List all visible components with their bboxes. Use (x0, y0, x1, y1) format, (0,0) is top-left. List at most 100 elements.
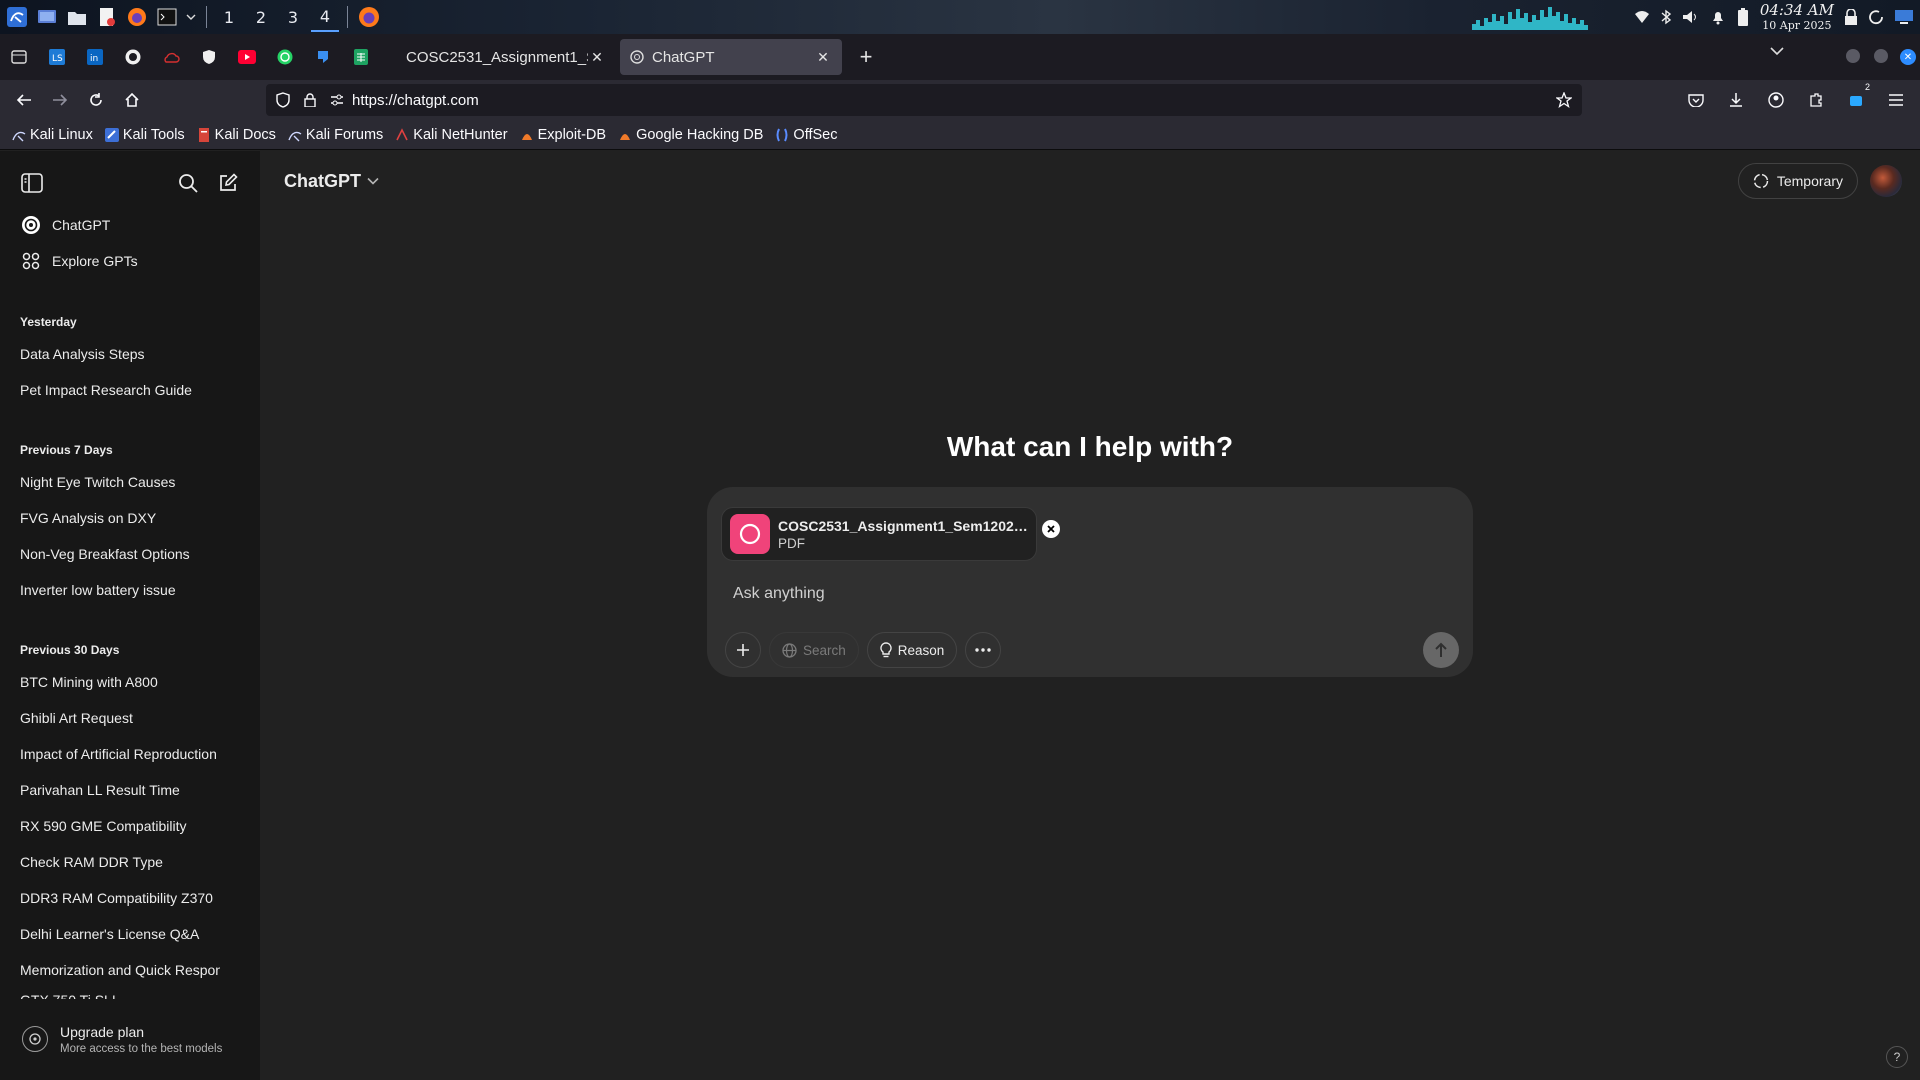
maximize-button[interactable] (1874, 49, 1888, 63)
chat-item[interactable]: RX 590 GME Compatibility (8, 808, 252, 844)
home-icon[interactable] (114, 84, 150, 116)
upgrade-plan-button[interactable]: Upgrade plan More access to the best mod… (8, 1011, 252, 1067)
search-web-button[interactable]: Search (769, 632, 859, 668)
search-chats-button[interactable] (170, 165, 206, 201)
chat-item[interactable]: Data Analysis Steps (8, 336, 252, 372)
help-button[interactable]: ? (1886, 1046, 1908, 1068)
url-bar[interactable]: https://chatgpt.com (266, 84, 1582, 116)
bookmark-exploit-db[interactable]: Exploit-DB (520, 127, 606, 143)
pinned-tab-translate-icon[interactable] (304, 37, 342, 77)
terminal-icon[interactable] (154, 4, 180, 30)
chat-item[interactable]: Night Eye Twitch Causes (8, 464, 252, 500)
send-button[interactable] (1423, 632, 1459, 668)
chat-item[interactable]: Check RAM DDR Type (8, 844, 252, 880)
chat-item[interactable]: Non-Veg Breakfast Options (8, 536, 252, 572)
wifi-icon[interactable] (1634, 10, 1650, 24)
desktop-icon[interactable] (34, 4, 60, 30)
chat-item[interactable]: Memorization and Quick Respon (8, 952, 252, 988)
window-close-button[interactable]: ✕ (1900, 49, 1916, 65)
lock-icon[interactable] (1844, 9, 1858, 25)
text-editor-icon[interactable] (94, 4, 120, 30)
pinned-tab-cloud-icon[interactable] (152, 37, 190, 77)
composer-toolbar: Search Reason (725, 632, 1002, 668)
avatar[interactable] (1870, 165, 1902, 197)
extensions-icon[interactable] (1798, 84, 1834, 116)
remove-attachment-button[interactable] (1042, 520, 1060, 538)
padlock-icon[interactable] (304, 93, 316, 107)
downloads-icon[interactable] (1718, 84, 1754, 116)
more-tools-button[interactable] (965, 632, 1002, 668)
attach-button[interactable] (725, 632, 761, 668)
pinned-tab-shield-icon[interactable] (190, 37, 228, 77)
tab-assignment[interactable]: COSC2531_Assignment1_Sem ✕ (396, 39, 616, 75)
chat-item[interactable]: Ghibli Art Request (8, 700, 252, 736)
workspace-3[interactable]: 3 (279, 2, 307, 32)
sidebar-item-explore-gpts[interactable]: Explore GPTs (8, 243, 252, 279)
chat-item[interactable]: Impact of Artificial Reproduction (8, 736, 252, 772)
bookmark-star-icon[interactable] (1556, 92, 1572, 108)
extension-badge-button[interactable]: 2 (1838, 82, 1874, 116)
tab-chatgpt[interactable]: ChatGPT ✕ (620, 39, 842, 75)
pinned-tab-ls-icon[interactable]: LS (38, 37, 76, 77)
bookmark-kali-docs[interactable]: Kali Docs (197, 127, 276, 143)
temporary-chat-button[interactable]: Temporary (1737, 163, 1858, 199)
chat-item[interactable]: Parivahan LL Result Time (8, 772, 252, 808)
chat-item[interactable]: FVG Analysis on DXY (8, 500, 252, 536)
chat-item[interactable]: DDR3 RAM Compatibility Z370 (8, 880, 252, 916)
search-icon (179, 174, 198, 193)
model-selector[interactable]: ChatGPT (274, 165, 389, 197)
pocket-icon[interactable] (1678, 84, 1714, 116)
close-icon[interactable]: ✕ (814, 48, 832, 66)
minimize-button[interactable] (1846, 49, 1860, 63)
attachment-type: PDF (778, 535, 805, 551)
kali-menu-icon[interactable] (4, 4, 30, 30)
pinned-tab-whatsapp-icon[interactable] (266, 37, 304, 77)
volume-icon[interactable] (1682, 9, 1700, 25)
firefox-launcher-icon[interactable] (124, 4, 150, 30)
firefox-window-icon[interactable] (356, 4, 382, 30)
chat-item[interactable]: Delhi Learner's License Q&A (8, 916, 252, 952)
attachment-card[interactable]: COSC2531_Assignment1_Sem12025_... PDF (721, 507, 1060, 561)
extension-badge-count: 2 (1864, 82, 1870, 92)
back-arrow-icon[interactable] (6, 84, 42, 116)
hamburger-menu-icon[interactable] (1878, 84, 1914, 116)
toggle-sidebar-button[interactable] (14, 165, 50, 201)
bookmark-google-hacking-db[interactable]: Google Hacking DB (618, 127, 763, 143)
pinned-tab-youtube-icon[interactable] (228, 37, 266, 77)
power-icon[interactable] (1868, 9, 1884, 25)
file-manager-icon[interactable] (64, 4, 90, 30)
reload-icon[interactable] (78, 84, 114, 116)
bookmark-kali-nethunter[interactable]: Kali NetHunter (395, 127, 508, 143)
chevron-down-icon[interactable] (184, 4, 198, 30)
new-tab-button[interactable]: + (848, 39, 884, 75)
account-icon[interactable] (1758, 84, 1794, 116)
sidebar-item-chatgpt[interactable]: ChatGPT (8, 207, 252, 243)
forward-arrow-icon[interactable] (42, 84, 78, 116)
workspace-1[interactable]: 1 (215, 2, 243, 32)
prompt-input[interactable]: Ask anything (733, 585, 825, 603)
notification-bell-icon[interactable] (1710, 9, 1726, 25)
bookmark-kali-linux[interactable]: Kali Linux (12, 127, 93, 143)
tracking-shield-icon[interactable] (276, 92, 290, 108)
bookmark-kali-tools[interactable]: Kali Tools (104, 127, 185, 143)
clock[interactable]: 04:34 AM 10 Apr 2025 (1760, 3, 1834, 32)
workspace-4[interactable]: 4 (311, 2, 339, 32)
tab-list-chevron-icon[interactable] (1770, 46, 1784, 56)
reason-button[interactable]: Reason (866, 632, 958, 668)
pinned-tab-sheets-icon[interactable] (342, 37, 380, 77)
workspace-2[interactable]: 2 (247, 2, 275, 32)
firefox-view-icon[interactable] (0, 37, 38, 77)
bookmark-offsec[interactable]: OffSec (775, 127, 837, 143)
pinned-tab-github-icon[interactable] (114, 37, 152, 77)
bookmark-kali-forums[interactable]: Kali Forums (288, 127, 383, 143)
chat-item[interactable]: BTC Mining with A800 (8, 664, 252, 700)
upgrade-sparkle-icon (22, 1026, 48, 1052)
permissions-icon[interactable] (330, 94, 344, 106)
close-icon[interactable]: ✕ (588, 48, 606, 66)
pinned-tab-linkedin-icon[interactable]: in (76, 37, 114, 77)
display-icon[interactable] (1894, 9, 1914, 25)
chat-item[interactable]: Inverter low battery issue (8, 572, 252, 608)
bluetooth-icon[interactable] (1660, 9, 1672, 25)
new-chat-button[interactable] (210, 165, 246, 201)
chat-item[interactable]: Pet Impact Research Guide (8, 372, 252, 408)
